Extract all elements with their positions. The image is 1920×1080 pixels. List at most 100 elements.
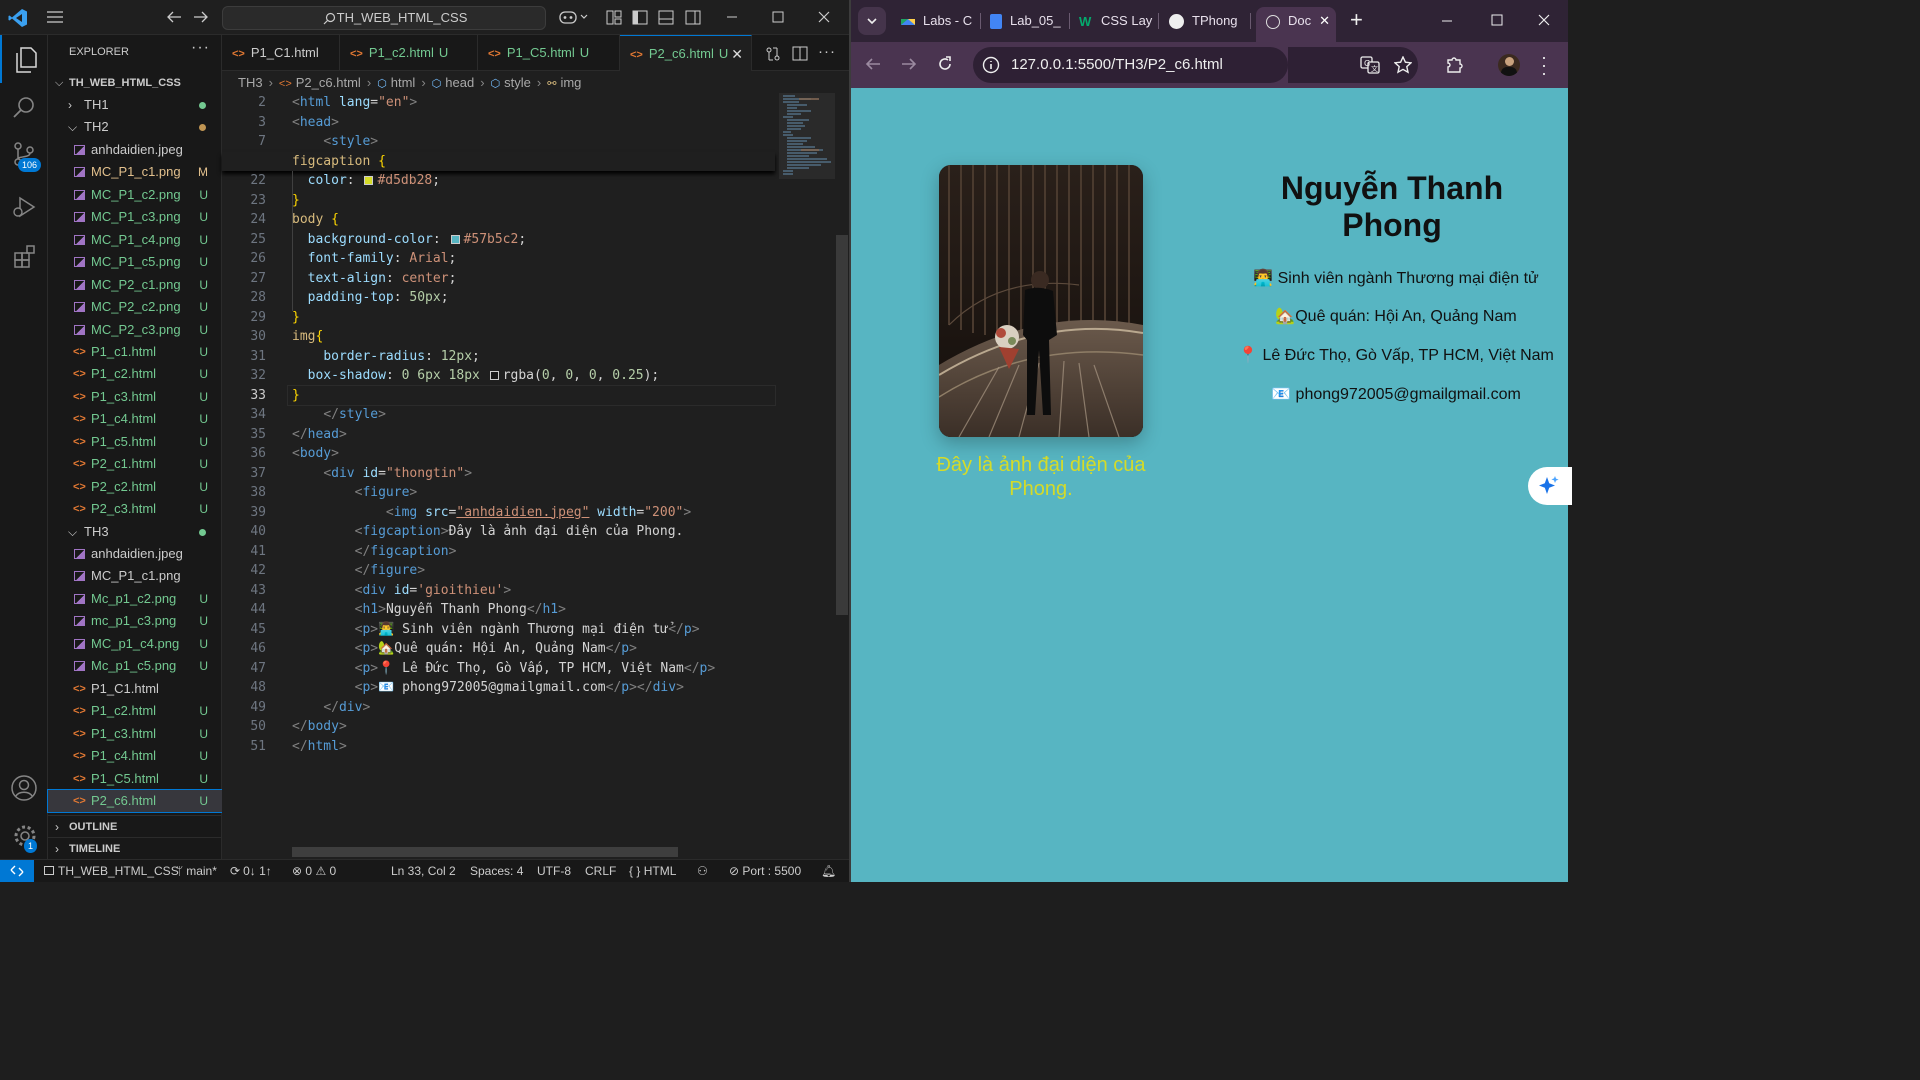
file-item[interactable]: MC_P1_c5.png U bbox=[48, 251, 222, 273]
minimize-icon[interactable] bbox=[726, 12, 738, 22]
breadcrumb-item[interactable]: ⬡ html bbox=[377, 75, 415, 90]
file-item[interactable]: MC_P1_c1.png bbox=[48, 565, 222, 587]
address-bar[interactable]: 127.0.0.1:5500/TH3/P2_c6.html bbox=[973, 47, 1288, 83]
close-tab-icon[interactable]: ✕ bbox=[1316, 7, 1330, 35]
activity-accounts[interactable] bbox=[0, 763, 48, 811]
browser-tab[interactable]: TPhong bbox=[1165, 7, 1245, 35]
color-swatch[interactable] bbox=[450, 234, 460, 244]
activity-search[interactable] bbox=[0, 83, 48, 131]
status-position[interactable]: Ln 33, Col 2 bbox=[391, 860, 456, 882]
file-item[interactable]: <> P2_c2.html U bbox=[48, 476, 222, 498]
browser-tab[interactable]: Labs - C bbox=[897, 7, 975, 35]
file-item[interactable]: <> P1_c3.html U bbox=[48, 723, 222, 745]
status-language[interactable]: { } HTML bbox=[629, 860, 676, 882]
file-item[interactable]: <> P1_c4.html U bbox=[48, 745, 222, 767]
file-item[interactable]: MC_P1_c1.png M bbox=[48, 161, 222, 183]
file-item[interactable]: MC_P2_c2.png U bbox=[48, 296, 222, 318]
toggle-secondary-sidebar-icon[interactable] bbox=[685, 10, 701, 25]
close-window-icon[interactable] bbox=[818, 11, 830, 23]
file-item[interactable]: MC_P2_c3.png U bbox=[48, 319, 222, 341]
code-view[interactable]: 2<html lang="en">3<head>7 <style>19figca… bbox=[222, 93, 777, 853]
command-center-search[interactable]: TH_WEB_HTML_CSS bbox=[222, 6, 546, 30]
activity-extensions[interactable] bbox=[0, 233, 48, 281]
file-item[interactable]: <> P1_c3.html U bbox=[48, 386, 222, 408]
profile-avatar[interactable] bbox=[1498, 54, 1520, 76]
file-item[interactable]: anhdaidien.jpeg bbox=[48, 543, 222, 565]
activity-source-control[interactable]: 106 bbox=[0, 131, 48, 179]
split-editor-icon[interactable] bbox=[792, 46, 808, 61]
customize-layout-icon[interactable] bbox=[606, 10, 622, 25]
file-item[interactable]: <> P1_c1.html U bbox=[48, 341, 222, 363]
back-arrow-icon[interactable] bbox=[865, 57, 881, 71]
folder-item[interactable]: ⌵ TH2 bbox=[48, 116, 222, 138]
activity-explorer[interactable] bbox=[0, 35, 48, 83]
browser-tab[interactable]: Doc ✕ bbox=[1256, 7, 1336, 42]
folder-item[interactable]: › TH1 bbox=[48, 94, 222, 116]
copilot-icon[interactable] bbox=[559, 9, 589, 25]
file-item[interactable]: <> P1_c2.html U bbox=[48, 700, 222, 722]
tab-p1-c1-html[interactable]: <> P1_C1.html bbox=[222, 35, 340, 71]
copilot-status-icon[interactable]: ⚇ bbox=[697, 860, 708, 882]
activity-manage[interactable]: 1 bbox=[0, 813, 48, 861]
file-item[interactable]: <> P1_c5.html U bbox=[48, 431, 222, 453]
bell-icon[interactable]: 🔔︎ bbox=[821, 860, 836, 882]
timeline-section[interactable]: › TIMELINE bbox=[48, 837, 222, 859]
toggle-panel-icon[interactable] bbox=[658, 10, 674, 25]
status-eol[interactable]: CRLF bbox=[585, 860, 616, 882]
color-swatch[interactable] bbox=[489, 371, 499, 380]
status-indentation[interactable]: Spaces: 4 bbox=[470, 860, 523, 882]
file-item[interactable]: <> P2_c3.html U bbox=[48, 498, 222, 520]
status-branch[interactable]: ᛘ main* bbox=[176, 860, 217, 882]
browser-tab[interactable]: Lab_05_ bbox=[986, 7, 1064, 35]
minimize-icon[interactable] bbox=[1441, 16, 1453, 26]
status-folder[interactable]: TH_WEB_HTML_CSS bbox=[44, 860, 179, 882]
editor-horizontal-scrollbar[interactable] bbox=[292, 847, 678, 857]
file-item[interactable]: MC_P1_c3.png U bbox=[48, 206, 222, 228]
file-item[interactable]: <> P1_C5.html U bbox=[48, 768, 222, 790]
file-item[interactable]: Mc_p1_c5.png U bbox=[48, 655, 222, 677]
folder-item[interactable]: ⌵ TH3 bbox=[48, 521, 222, 543]
file-item[interactable]: <> P1_c4.html U bbox=[48, 408, 222, 430]
file-item[interactable]: <> P2_c6.html U bbox=[47, 788, 223, 813]
tab-p1-c5-html[interactable]: <> P1_C5.html U bbox=[478, 35, 620, 71]
file-item[interactable]: mc_p1_c3.png U bbox=[48, 610, 222, 632]
forward-arrow-icon[interactable] bbox=[901, 57, 917, 71]
breadcrumb-item[interactable]: ⬡ style bbox=[491, 75, 531, 90]
extensions-puzzle-icon[interactable] bbox=[1446, 55, 1464, 73]
file-item[interactable]: MC_P1_c2.png U bbox=[48, 184, 222, 206]
remote-button[interactable] bbox=[0, 860, 34, 882]
floating-assistant-button[interactable] bbox=[1528, 467, 1572, 505]
menu-icon[interactable] bbox=[46, 10, 64, 24]
close-tab-icon[interactable]: ✕ bbox=[731, 36, 743, 71]
tab-search-button[interactable] bbox=[858, 7, 886, 35]
file-item[interactable]: <> P1_c2.html U bbox=[48, 363, 222, 385]
forward-arrow-icon[interactable] bbox=[193, 10, 209, 24]
explorer-root-folder[interactable]: ⌵ TH_WEB_HTML_CSS bbox=[48, 72, 222, 94]
file-item[interactable]: <> P2_c1.html U bbox=[48, 453, 222, 475]
browser-tab[interactable]: W CSS Lay bbox=[1075, 7, 1153, 35]
reload-icon[interactable] bbox=[937, 56, 953, 72]
file-item[interactable]: Mc_p1_c2.png U bbox=[48, 588, 222, 610]
tab-p1-c2-html[interactable]: <> P1_c2.html U bbox=[340, 35, 478, 71]
breadcrumb-item[interactable]: ⬡ head bbox=[432, 75, 475, 90]
color-swatch[interactable] bbox=[364, 176, 374, 185]
maximize-icon[interactable] bbox=[1491, 14, 1503, 26]
bookmark-star-icon[interactable] bbox=[1394, 56, 1412, 74]
file-item[interactable]: MC_p1_c4.png U bbox=[48, 633, 222, 655]
back-arrow-icon[interactable] bbox=[166, 10, 182, 24]
tab-p2-c6-html[interactable]: <> P2_c6.html U ✕ bbox=[620, 35, 752, 71]
status-problems[interactable]: ⊗ 0 ⚠ 0 bbox=[292, 860, 336, 882]
maximize-icon[interactable] bbox=[772, 11, 784, 23]
breadcrumb-item[interactable]: ⚯ img bbox=[547, 75, 581, 90]
translate-icon[interactable]: G文 bbox=[1360, 56, 1380, 74]
minimap[interactable] bbox=[779, 93, 835, 853]
status-live-server[interactable]: ⊘ Port : 5500 bbox=[729, 860, 801, 882]
editor-more-icon[interactable]: ··· bbox=[818, 43, 836, 60]
toggle-sidebar-icon[interactable] bbox=[632, 10, 648, 25]
site-info-icon[interactable] bbox=[982, 56, 1000, 74]
chrome-menu-icon[interactable]: · · · bbox=[1540, 48, 1548, 82]
editor-vertical-scrollbar[interactable] bbox=[836, 235, 848, 615]
status-sync[interactable]: ⟳ 0↓ 1↑ bbox=[230, 860, 272, 882]
status-encoding[interactable]: UTF-8 bbox=[537, 860, 571, 882]
outline-section[interactable]: › OUTLINE bbox=[48, 815, 222, 837]
